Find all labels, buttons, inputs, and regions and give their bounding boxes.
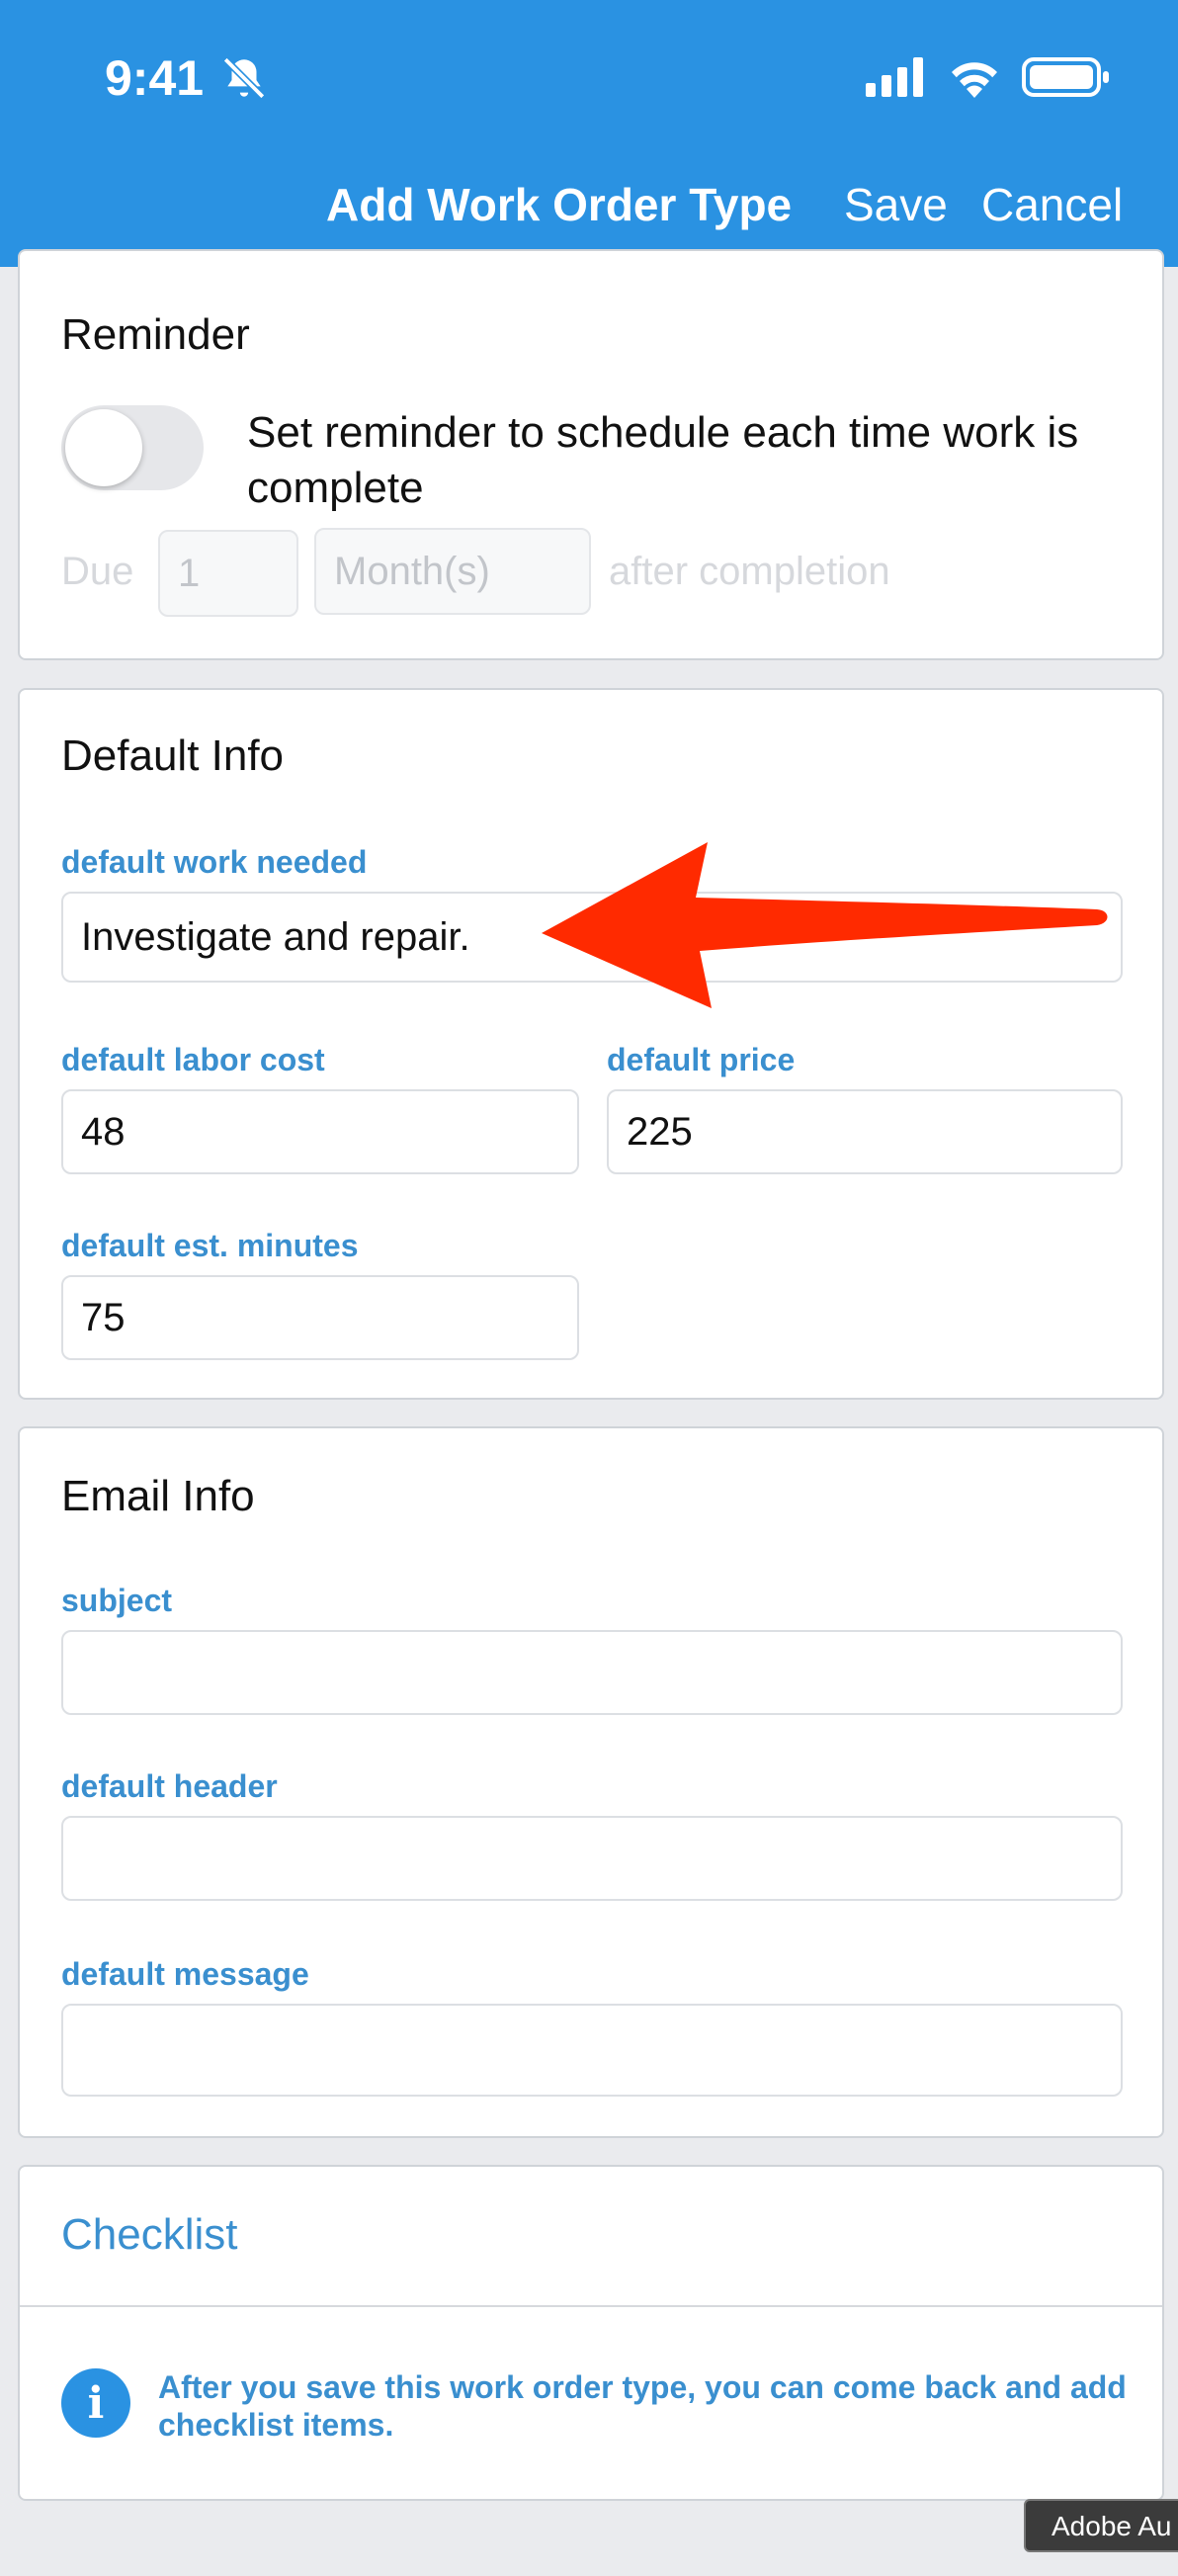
arrow-shape	[542, 842, 1108, 1008]
annotation-arrow	[542, 842, 1108, 1008]
overlay-app-badge[interactable]: Adobe Au	[1024, 2499, 1178, 2552]
